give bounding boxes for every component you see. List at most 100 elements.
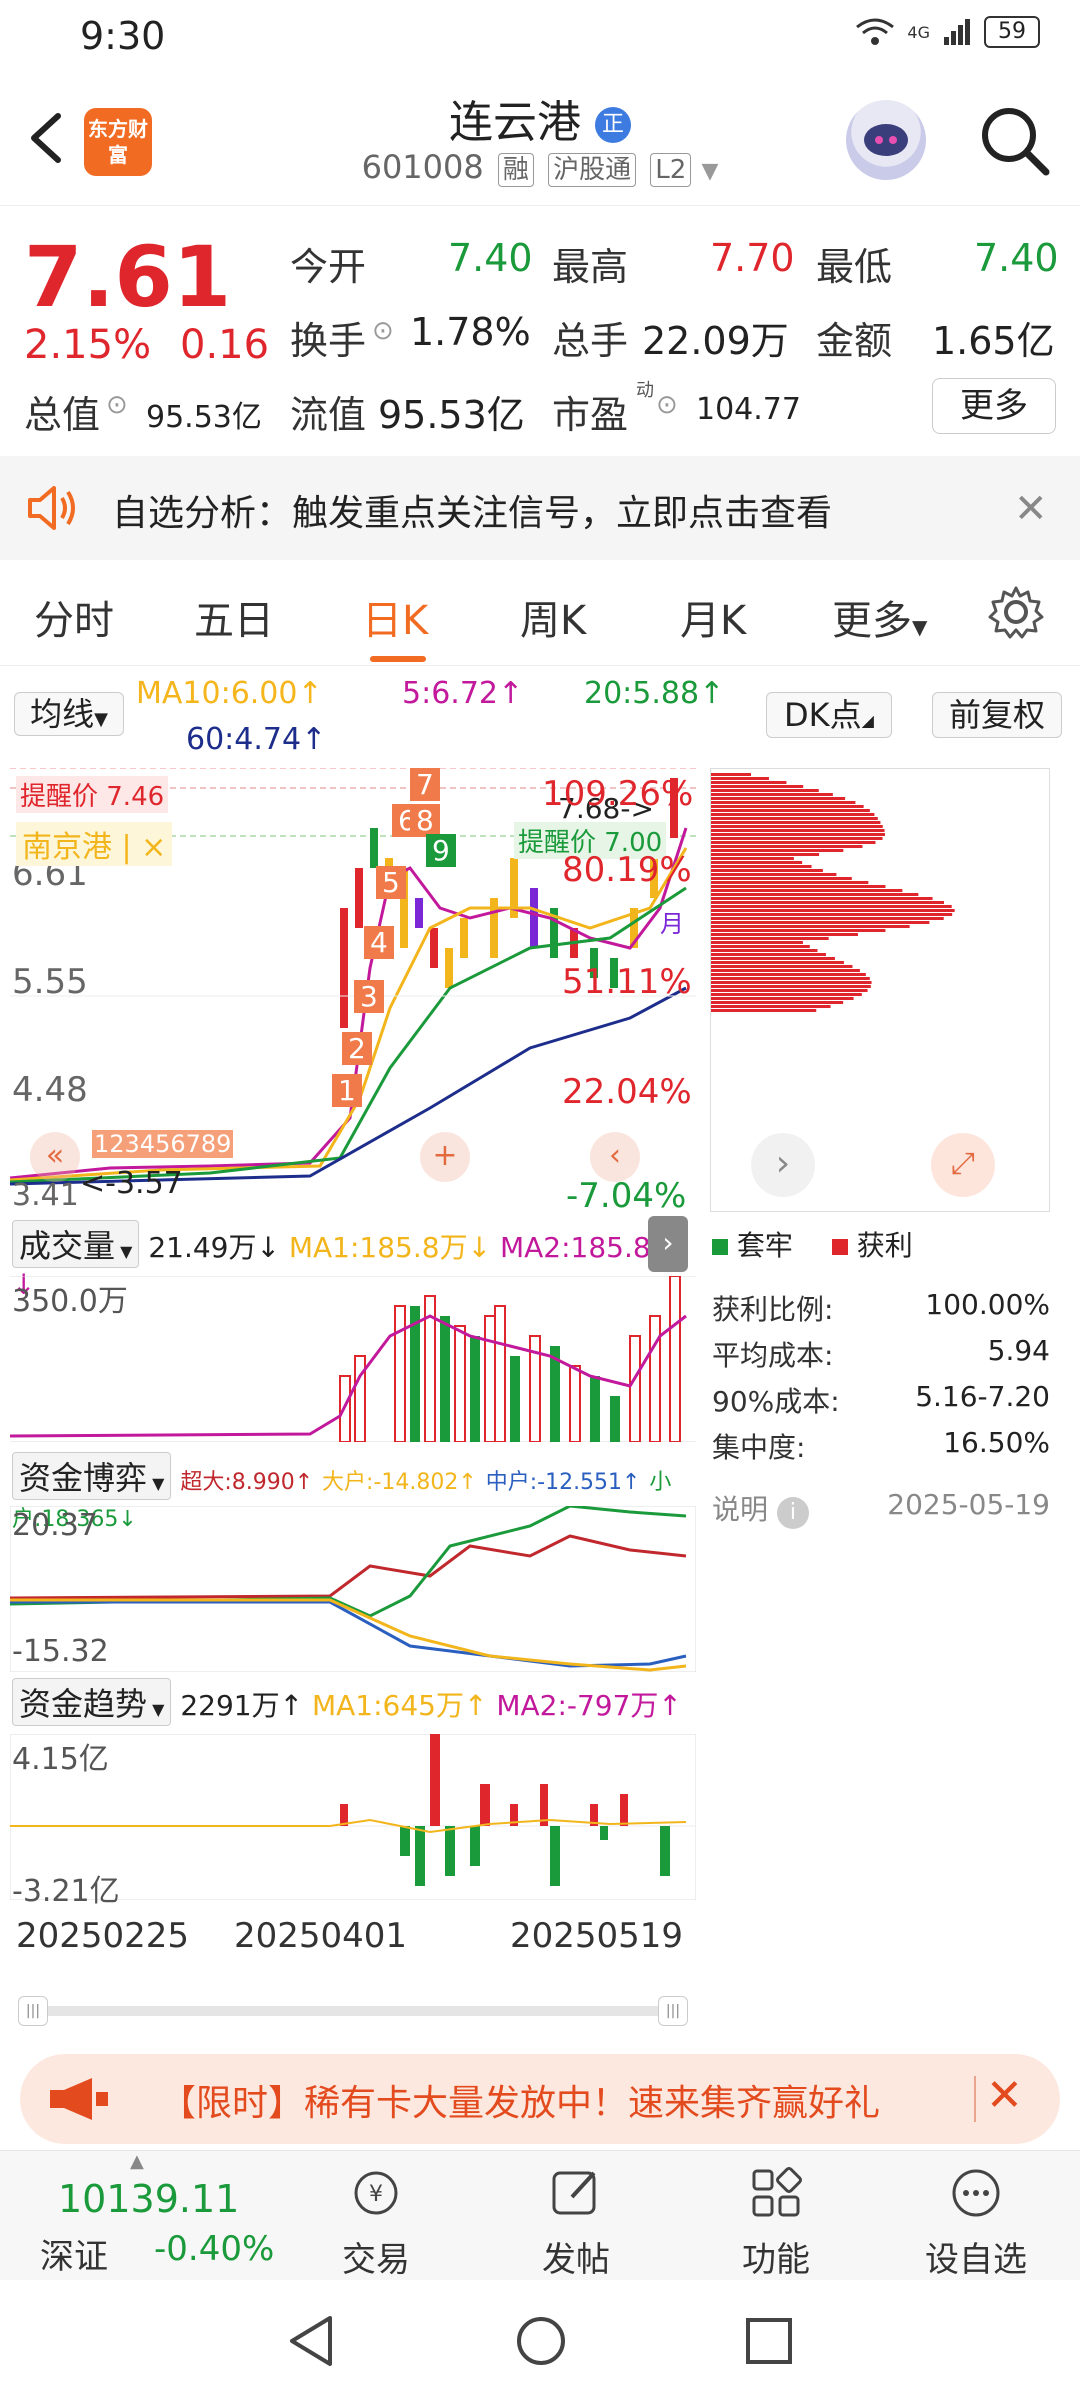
system-nav-bar [0,2280,1080,2400]
chip-bar [711,985,871,988]
chip-bar [711,805,864,808]
fund-trend-chart[interactable]: 资金趋势 ▼ 2291万↑ MA1:645万↑ MA2:-797万↑ 4.15亿… [10,1678,696,1909]
chip-bar [711,881,869,884]
avg-cost-value: 5.94 [987,1334,1050,1367]
info-icon[interactable]: ⊙ [106,390,128,420]
remind-price-left[interactable]: 提醒价 7.46 [16,776,169,813]
active-tab-indicator [370,656,426,662]
info-icon[interactable]: ⊙ [656,390,678,420]
chevron-down-icon[interactable]: ▼ [701,159,718,184]
chip-bar [711,785,804,788]
fund-game-svg [10,1506,696,1672]
notice-bar[interactable]: 自选分析：触发重点关注信号，立即点击查看 ✕ [0,456,1080,560]
features-button[interactable]: 功能 [676,2151,876,2281]
tab-five-day[interactable]: 五日 [194,588,274,646]
note-link[interactable]: 说明 i [712,1488,809,1529]
more-button[interactable]: 更多 [932,378,1056,434]
chip-bar [711,869,823,872]
nav-home-icon[interactable] [514,2314,568,2368]
tab-intraday[interactable]: 分时 [34,588,114,646]
volume-chart[interactable]: 成交量 ▼ 21.49万↓ MA1:185.8万↓ MA2:185.8万↓ › … [10,1216,696,1446]
scroll-handle-left[interactable]: ||| [18,1996,48,2026]
search-button[interactable] [976,102,1052,178]
adjust-button[interactable]: 前复权 [932,692,1062,738]
info-icon[interactable]: ⊙ [372,316,394,346]
add-watchlist-button[interactable]: 设自选 [876,2151,1076,2281]
chip-bar [711,949,818,952]
profit-legend-label: 获利 [856,1229,913,1262]
assistant-avatar[interactable] [846,100,926,180]
tab-daily-k[interactable]: 日K [362,588,428,646]
tab-monthly-k[interactable]: 月K [680,588,746,646]
volume-selector[interactable]: 成交量 ▼ [12,1220,140,1268]
count-badge: 5 [376,866,406,899]
index-change: -0.40% [154,2229,275,2269]
close-icon[interactable]: ✕ [1014,486,1048,532]
ma-selector[interactable]: 均线▼ [14,692,124,736]
chip-bar [711,981,872,984]
chevron-right-icon[interactable]: › [751,1133,815,1197]
fund-game-chart[interactable]: 资金博弈 ▼ 超大:8.990↑ 大户:-14.802↑ 中户:-12.551↑… [10,1452,696,1672]
grid-icon [752,2167,802,2217]
fund-trend-top: 4.15亿 [12,1742,109,1777]
expand-icon[interactable]: ⤢ [931,1133,995,1197]
chip-bar [711,773,752,776]
signal-icon [944,19,970,45]
pct-label: 109.26% [542,774,694,814]
chip-distribution[interactable]: › ⤢ [710,768,1050,1212]
crosshair-icon[interactable]: + [420,1132,470,1182]
nav-recent-icon[interactable] [744,2316,794,2366]
turnover-label: 换手 [290,319,367,363]
overlay-stock-tag[interactable]: 南京港 | × [16,822,173,866]
next-page-icon[interactable]: ‹ [590,1132,640,1182]
chip-bar [711,861,803,864]
tab-more[interactable]: 更多▼ [832,588,927,646]
promo-divider [974,2076,976,2122]
fund-trend-ma2: MA2:-797万↑ [496,1689,682,1722]
chip-bar [711,833,885,836]
kline-chart[interactable]: 6.61 5.55 4.48 3.41 提醒价 7.46 南京港 | × 提醒价… [9,767,696,1216]
chevron-down-icon: ▼ [115,1242,133,1261]
promo-banner[interactable]: 【限时】稀有卡大量发放中！速来集齐赢好礼 ✕ [20,2054,1060,2144]
chip-bar [711,1001,844,1004]
promo-text: 【限时】稀有卡大量发放中！速来集齐赢好礼 [160,2083,881,2124]
fund-trend-selector[interactable]: 资金趋势 ▼ [12,1678,172,1726]
chip-bar [711,901,944,904]
concentration-value: 16.50% [943,1426,1050,1459]
fund-game-selector[interactable]: 资金博弈 ▼ [12,1452,172,1500]
chip-bar [711,957,835,960]
nav-back-icon[interactable] [286,2314,336,2368]
chart-range-scrollbar[interactable]: ||| ||| [18,1996,688,2026]
pct-label: 80.19% [562,850,692,890]
quote-panel: 7.61 2.15% 0.16 今开 7.40 最高 7.70 最低 7.40 … [0,206,1080,456]
mktcap-label: 总值 [24,393,101,437]
index-ticker[interactable]: ▲ 10139.11 深证 -0.40% [20,2151,290,2281]
chip-bar [711,1005,831,1008]
stock-name-text: 连云港 [449,97,581,148]
close-icon[interactable]: ✕ [986,2070,1023,2121]
chip-bar [711,825,883,828]
chip-bar [711,969,860,972]
chip-bar [711,821,881,824]
tab-weekly-k[interactable]: 周K [520,588,586,646]
network-label: 4G [907,22,930,42]
scroll-track [18,2006,688,2016]
collapse-panel-icon[interactable]: › [648,1216,688,1272]
fund-trend-ma1: MA1:645万↑ [311,1689,488,1722]
date-label: 20250225 [16,1916,190,1956]
prev-page-icon[interactable]: « [30,1132,80,1182]
fund-game-top: 20.37 [12,1508,98,1543]
gear-icon[interactable] [988,584,1044,640]
dk-point-button[interactable]: DK点◢ [766,692,892,738]
trade-button[interactable]: ¥ 交易 [276,2151,476,2281]
scroll-handle-right[interactable]: ||| [658,1996,688,2026]
chip-bar [711,933,858,936]
ma-selector-label: 均线 [30,695,95,733]
amount-value: 1.65亿 [932,319,1055,363]
mktcap-value: 95.53亿 [146,400,262,435]
post-button[interactable]: 发帖 [476,2151,676,2281]
cost90-label: 90%成本: [712,1385,840,1418]
amount-label: 金额 [816,319,893,363]
low-marker: <-3.57 [80,1166,183,1201]
tab-more-label: 更多 [832,598,912,644]
